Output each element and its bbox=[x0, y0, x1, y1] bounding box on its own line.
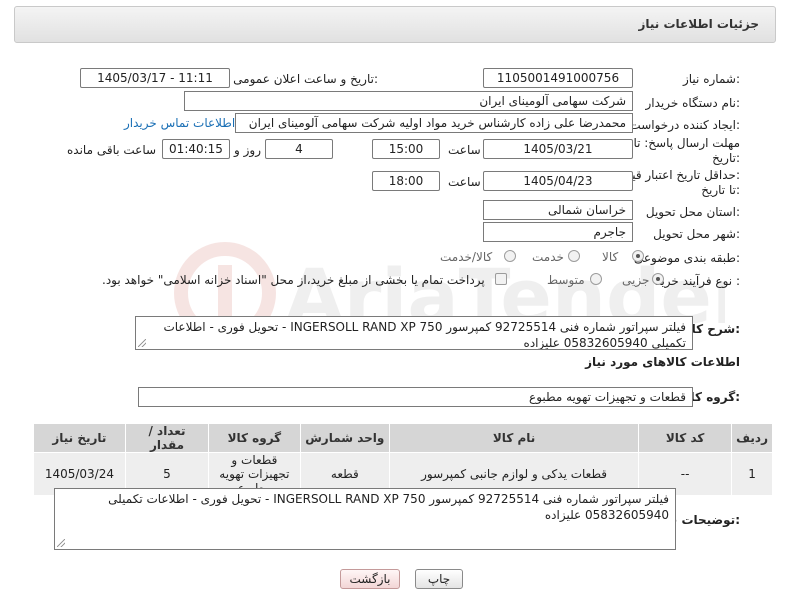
time-remaining-label: ساعت باقی مانده bbox=[67, 143, 157, 157]
category-goods-label: کالا bbox=[602, 250, 619, 264]
category-radio-goods-service[interactable] bbox=[504, 250, 516, 262]
province-field[interactable]: خراسان شمالی bbox=[483, 200, 633, 220]
cell-row: 1 bbox=[731, 452, 773, 496]
process-minor-label: جزیی bbox=[622, 273, 650, 287]
days-remaining-field[interactable]: 4 bbox=[265, 139, 333, 159]
print-button[interactable]: چاپ bbox=[415, 569, 463, 589]
announce-field[interactable]: 1405/03/17 - 11:11 bbox=[80, 68, 230, 88]
treasury-payment-note: پرداخت تمام یا بخشی از مبلغ خرید،از محل … bbox=[102, 273, 485, 287]
category-radio-goods[interactable] bbox=[632, 250, 644, 262]
category-goods-service-label: کالا/خدمت bbox=[440, 250, 493, 264]
table-header-row: ردیف کد کالا نام کالا واحد شمارش گروه کا… bbox=[33, 423, 773, 453]
col-code: کد کالا bbox=[638, 423, 733, 453]
col-unit: واحد شمارش bbox=[299, 423, 391, 453]
price-validity-date-label: تا تاریخ: bbox=[701, 183, 740, 197]
goods-group-field[interactable]: قطعات و تجهیزات تهویه مطبوع bbox=[138, 387, 693, 407]
price-validity-date-field[interactable]: 1405/04/23 bbox=[483, 171, 633, 191]
category-service-label: خدمت bbox=[532, 250, 564, 264]
process-radio-minor[interactable] bbox=[652, 273, 664, 285]
goods-section-title: اطلاعات کالاهای مورد نیاز bbox=[585, 355, 740, 369]
deadline-time-label: ساعت bbox=[448, 143, 481, 157]
resize-handle-icon[interactable] bbox=[138, 339, 146, 347]
panel-title: جزئیات اطلاعات نیاز bbox=[638, 17, 759, 31]
process-radio-medium[interactable] bbox=[590, 273, 602, 285]
price-validity-time-field[interactable]: 18:00 bbox=[372, 171, 440, 191]
back-button[interactable]: بازگشت bbox=[340, 569, 400, 589]
category-label: طبقه بندی موضوعی: bbox=[633, 251, 740, 265]
deadline-label-date: تاریخ: bbox=[712, 151, 740, 165]
announce-label: تاریخ و ساعت اعلان عمومی: bbox=[233, 72, 378, 86]
col-group: گروه کالا bbox=[208, 423, 301, 453]
deadline-time-field[interactable]: 15:00 bbox=[372, 139, 440, 159]
process-medium-label: متوسط bbox=[547, 273, 585, 287]
description-textarea[interactable]: فیلتر سپراتور شماره فنی 92725514 کمپرسور… bbox=[135, 316, 693, 350]
price-time-label: ساعت bbox=[448, 175, 481, 189]
category-radio-service[interactable] bbox=[568, 250, 580, 262]
buyer-notes-text: فیلتر سپراتور شماره فنی 92725514 کمپرسور… bbox=[108, 492, 669, 522]
details-panel-header: جزئیات اطلاعات نیاز bbox=[14, 6, 776, 43]
need-number-field[interactable]: 1105001491000756 bbox=[483, 68, 633, 88]
need-number-label: شماره نیاز: bbox=[682, 72, 740, 86]
process-label: نوع فرآیند خرید : bbox=[655, 274, 740, 288]
days-label: روز و bbox=[234, 143, 261, 157]
buyer-org-field[interactable]: شرکت سهامی آلومینای ایران bbox=[184, 91, 633, 111]
col-row: ردیف bbox=[731, 423, 773, 453]
buyer-contact-link[interactable]: اطلاعات تماس خریدار bbox=[124, 116, 235, 130]
buyer-notes-textarea[interactable]: فیلتر سپراتور شماره فنی 92725514 کمپرسور… bbox=[54, 488, 676, 550]
col-name: نام کالا bbox=[389, 423, 640, 453]
requester-label: ایجاد کننده درخواست: bbox=[629, 118, 740, 132]
deadline-label: مهلت ارسال پاسخ: تا bbox=[633, 136, 740, 150]
col-date: تاریخ نیاز bbox=[33, 423, 126, 453]
city-field[interactable]: جاجرم bbox=[483, 222, 633, 242]
description-text: فیلتر سپراتور شماره فنی 92725514 کمپرسور… bbox=[163, 320, 686, 350]
treasury-payment-checkbox[interactable] bbox=[495, 273, 507, 285]
resize-handle-icon[interactable] bbox=[57, 539, 65, 547]
buyer-org-label: نام دستگاه خریدار: bbox=[645, 96, 741, 110]
requester-field[interactable]: محمدرضا علی زاده کارشناس خرید مواد اولیه… bbox=[235, 113, 633, 133]
goods-table: ردیف کد کالا نام کالا واحد شمارش گروه کا… bbox=[33, 423, 773, 496]
deadline-date-field[interactable]: 1405/03/21 bbox=[483, 139, 633, 159]
time-remaining-field[interactable]: 01:40:15 bbox=[162, 139, 230, 159]
province-label: استان محل تحویل: bbox=[645, 205, 740, 219]
col-qty: تعداد / مقدار bbox=[124, 423, 210, 453]
city-label: شهر محل تحویل: bbox=[653, 227, 740, 241]
